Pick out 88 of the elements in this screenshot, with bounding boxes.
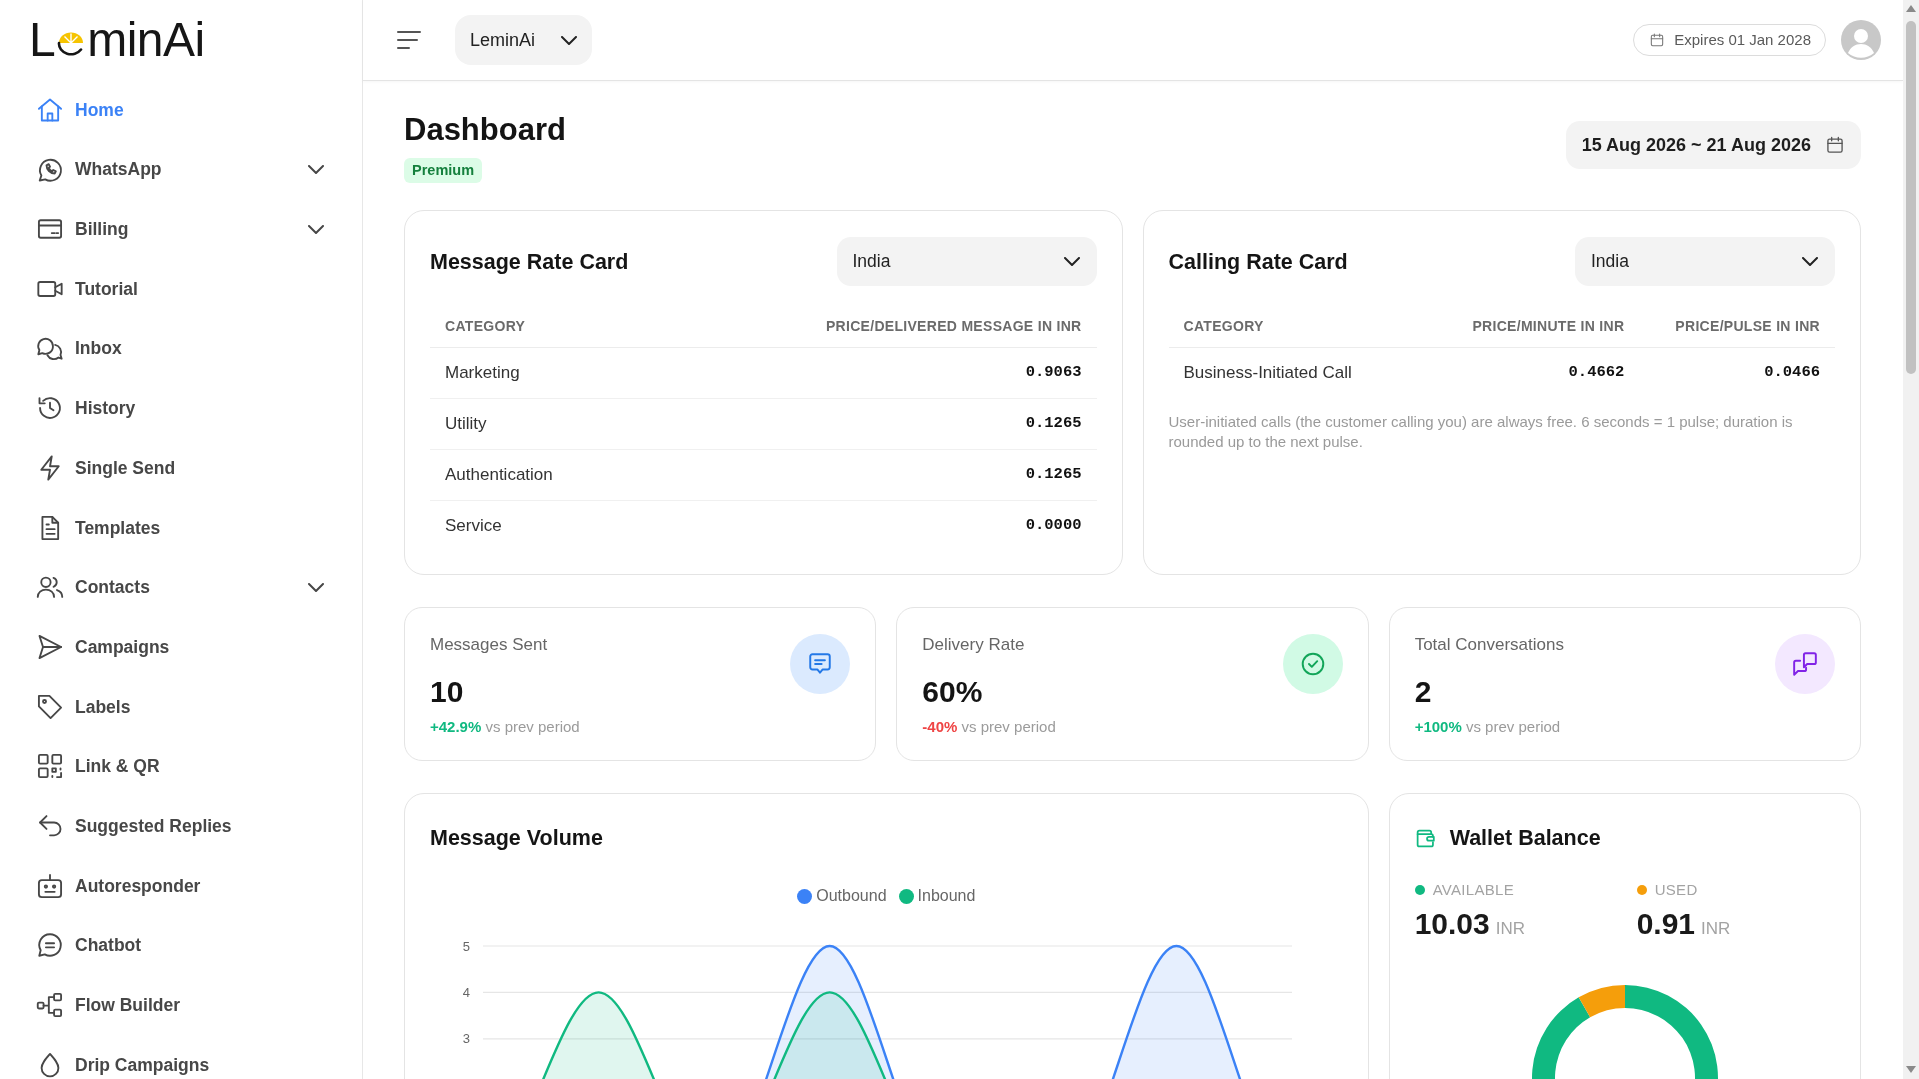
flow-nodes-icon xyxy=(36,991,64,1020)
sidebar-item[interactable]: Suggested Replies xyxy=(0,796,362,856)
wallet-icon xyxy=(1414,827,1436,849)
currency-unit: INR xyxy=(1701,918,1731,940)
column-header: PRICE/PULSE IN INR xyxy=(1639,307,1835,347)
note-text: User-initiated calls (the customer calling you) are always free. 6 seconds = 1 pulse; duration is rounded up to the next pulse. xyxy=(1168,412,1794,452)
table-cell: 0.0466 xyxy=(1639,347,1835,398)
plan-badge: Premium xyxy=(404,158,483,183)
chevron-down-icon xyxy=(1802,257,1818,266)
scroll-down-icon[interactable] xyxy=(1906,1066,1916,1073)
table-cell: 0.0000 xyxy=(789,500,1097,551)
page-title: Dashboard xyxy=(404,111,566,148)
card-title: Wallet Balance xyxy=(1449,825,1601,852)
tag-icon xyxy=(36,692,64,721)
axis-tick-label: 3 xyxy=(462,1031,470,1047)
calendar-icon xyxy=(1649,32,1666,48)
table-cell: Business-Initiated Call xyxy=(1168,347,1437,398)
stat-value: 10 xyxy=(430,674,464,710)
table-cell: 0.4662 xyxy=(1436,347,1640,398)
sidebar-item[interactable]: Autoresponder xyxy=(0,855,362,916)
sidebar-item[interactable]: Link & QR xyxy=(0,736,362,797)
balance-label: USED xyxy=(1654,880,1698,900)
sidebar-item[interactable]: Contacts xyxy=(0,557,362,618)
calendar-icon xyxy=(1825,135,1845,155)
sidebar-item[interactable]: Templates xyxy=(0,497,362,558)
sidebar-item[interactable]: Inbox xyxy=(0,318,362,379)
scroll-up-icon[interactable] xyxy=(1906,5,1916,12)
stat-label: Messages Sent xyxy=(430,634,548,656)
logo-text: L xyxy=(29,13,56,66)
logo-text: minAi xyxy=(87,13,205,66)
stat-change: -40% vs prev period xyxy=(922,717,1056,737)
date-range-picker[interactable]: 15 Aug 2026 ~ 21 Aug 2026 xyxy=(1565,121,1861,169)
table-cell: Authentication xyxy=(430,449,790,500)
country-select[interactable]: India xyxy=(1575,237,1835,286)
user-avatar-icon[interactable] xyxy=(1841,20,1881,60)
table-cell: Service xyxy=(430,500,790,551)
stat-label: Total Conversations xyxy=(1414,634,1564,656)
stat-change: +100% vs prev period xyxy=(1414,717,1561,737)
balance-label: AVAILABLE xyxy=(1432,880,1514,900)
chevron-down-icon xyxy=(308,582,324,592)
sidebar-item[interactable]: Campaigns xyxy=(0,617,362,677)
currency-unit: INR xyxy=(1495,918,1525,940)
axis-tick-label: 5 xyxy=(462,938,470,954)
menu-icon[interactable] xyxy=(397,30,421,50)
balance-amount: 10.03 xyxy=(1414,906,1490,942)
stat-label: Delivery Rate xyxy=(922,634,1025,656)
card-title: Message Rate Card xyxy=(430,248,629,276)
robot-icon xyxy=(36,871,64,900)
scrollbar-thumb[interactable] xyxy=(1906,21,1916,374)
sidebar-item[interactable]: Tutorial xyxy=(0,259,362,319)
legend-label[interactable]: Outbound xyxy=(816,886,887,906)
sidebar-item[interactable]: History xyxy=(0,378,362,439)
scrollbar[interactable] xyxy=(1903,0,1919,1079)
expiry-text: Expires 01 Jan 2028 xyxy=(1674,29,1811,50)
balance-amount: 0.91 xyxy=(1636,906,1696,942)
chevron-down-icon xyxy=(1063,257,1080,266)
table-cell: Utility xyxy=(430,398,790,449)
axis-tick-label: 4 xyxy=(462,984,470,1000)
card-title: Calling Rate Card xyxy=(1168,248,1348,276)
country-select[interactable]: India xyxy=(836,237,1097,286)
column-header: CATEGORY xyxy=(1168,307,1437,347)
sidebar-item[interactable]: Chatbot xyxy=(0,915,362,976)
chevron-down-icon xyxy=(561,35,578,45)
column-header: PRICE/MINUTE IN INR xyxy=(1436,307,1640,347)
stat-value: 2 xyxy=(1414,674,1432,710)
legend-label[interactable]: Inbound xyxy=(917,886,976,906)
stat-value: 60% xyxy=(922,674,983,710)
sidebar-item[interactable]: WhatsApp xyxy=(0,139,362,200)
sidebar-item[interactable]: Flow Builder xyxy=(0,975,362,1035)
qr-code-icon xyxy=(36,752,64,781)
sidebar-item[interactable]: Single Send xyxy=(0,438,362,498)
workspace-dropdown[interactable]: LeminAi xyxy=(455,15,593,65)
stat-change: +42.9% vs prev period xyxy=(430,717,580,737)
column-header: CATEGORY xyxy=(430,307,790,347)
paper-plane-icon xyxy=(36,633,64,662)
column-header: PRICE/DELIVERED MESSAGE IN INR xyxy=(789,307,1097,347)
table-cell: 0.9063 xyxy=(789,347,1097,398)
table-cell: Marketing xyxy=(430,347,790,398)
chevron-down-icon xyxy=(308,224,324,234)
sidebar-item[interactable]: Billing xyxy=(0,199,362,260)
sidebar-item[interactable]: Home xyxy=(0,80,362,140)
table-cell: 0.1265 xyxy=(789,449,1097,500)
sidebar-item[interactable]: Drip Campaigns xyxy=(0,1035,362,1079)
chevron-down-icon xyxy=(308,165,324,175)
sidebar-item[interactable]: Labels xyxy=(0,676,362,737)
chat-bubble-icon xyxy=(36,931,64,960)
table-cell: 0.1265 xyxy=(789,398,1097,449)
card-title: Message Volume xyxy=(430,825,603,852)
